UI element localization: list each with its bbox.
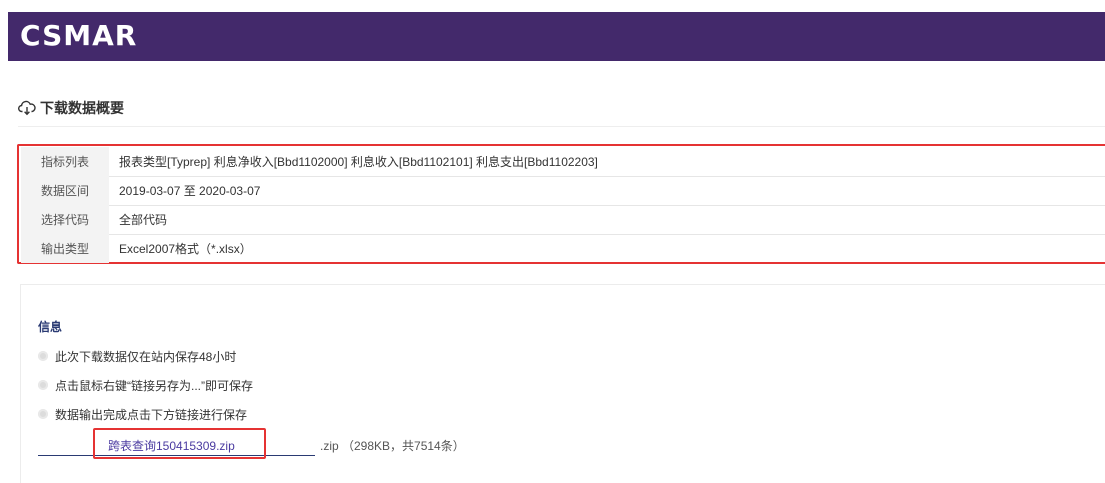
summary-value: 报表类型[Typrep] 利息净收入[Bbd1102000] 利息收入[Bbd1… [119, 155, 598, 169]
summary-row-codes: 选择代码 全部代码 [21, 205, 1105, 235]
summary-label: 输出类型 [21, 234, 109, 263]
summary-label: 数据区间 [21, 176, 109, 205]
info-title: 信息 [38, 320, 63, 334]
bullet-dot-icon [38, 351, 48, 361]
info-note: 此次下载数据仅在站内保存48小时 [38, 348, 236, 364]
bullet-dot-icon [38, 380, 48, 390]
top-header-bar: CSMAR [8, 12, 1105, 61]
summary-value: Excel2007格式（*.xlsx） [119, 242, 252, 256]
summary-label: 选择代码 [21, 205, 109, 234]
cloud-download-icon [18, 100, 36, 116]
info-note-text: 数据输出完成点击下方链接进行保存 [55, 407, 248, 422]
summary-value: 2019-03-07 至 2020-03-07 [119, 184, 261, 198]
section-title-text: 下载数据概要 [40, 100, 124, 116]
summary-row-indicators: 指标列表 报表类型[Typrep] 利息净收入[Bbd1102000] 利息收入… [21, 147, 1105, 177]
download-link-highlight [93, 428, 266, 459]
summary-row-output-type: 输出类型 Excel2007格式（*.xlsx） [21, 234, 1105, 263]
info-note: 数据输出完成点击下方链接进行保存 [38, 406, 247, 422]
download-file-meta: .zip （298KB，共7514条） [320, 439, 465, 453]
info-note-text: 点击鼠标右键“链接另存为...”即可保存 [55, 378, 253, 393]
download-summary-table: 指标列表 报表类型[Typrep] 利息净收入[Bbd1102000] 利息收入… [17, 144, 1105, 264]
bullet-dot-icon [38, 409, 48, 419]
summary-value: 全部代码 [119, 213, 168, 227]
section-divider [18, 126, 1105, 127]
section-title: 下载数据概要 [18, 97, 124, 119]
info-note-text: 此次下载数据仅在站内保存48小时 [55, 349, 237, 364]
summary-label: 指标列表 [21, 147, 109, 176]
info-note: 点击鼠标右键“链接另存为...”即可保存 [38, 377, 253, 393]
summary-row-date-range: 数据区间 2019-03-07 至 2020-03-07 [21, 176, 1105, 206]
csmar-logo[interactable]: CSMAR [20, 19, 137, 53]
